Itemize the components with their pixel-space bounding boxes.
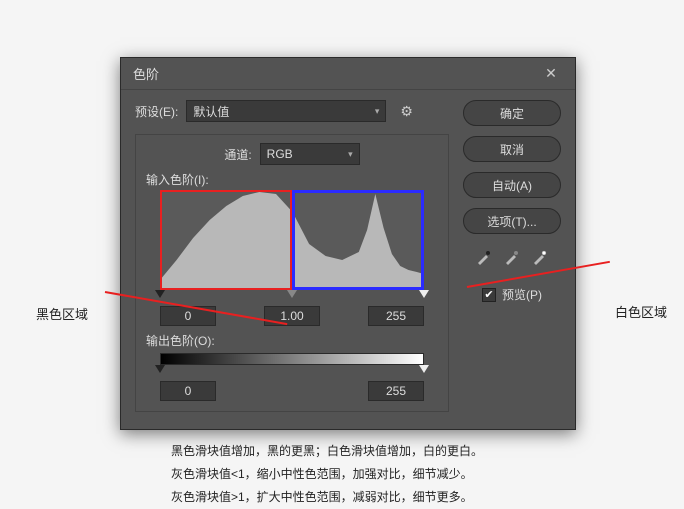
output-shadow-field[interactable]: 0 — [160, 381, 216, 401]
levels-dialog: 色阶 ✕ 预设(E): 默认值 ▾ ⚙ 通道: RGB ▾ — [120, 57, 576, 430]
close-icon[interactable]: ✕ — [539, 62, 563, 86]
input-slider-rail[interactable] — [160, 292, 424, 302]
auto-button[interactable]: 自动(A) — [463, 172, 561, 198]
output-levels-label: 输出色阶(O): — [146, 332, 438, 349]
white-region-label: 白色区域 — [615, 302, 667, 321]
dialog-title: 色阶 — [133, 64, 539, 83]
chevron-down-icon: ▾ — [348, 149, 353, 160]
input-highlight-field[interactable]: 255 — [368, 306, 424, 326]
options-button[interactable]: 选项(T)... — [463, 208, 561, 234]
preset-label: 预设(E): — [135, 103, 178, 120]
histogram-chart — [160, 190, 424, 290]
highlight-slider[interactable] — [419, 290, 429, 298]
titlebar: 色阶 ✕ — [121, 58, 575, 90]
note-line-2: 灰色滑块值<1，缩小中性色范围，加强对比，细节减少。 — [171, 463, 483, 486]
explanatory-notes: 黑色滑块值增加，黑的更黑；白色滑块值增加，白的更白。 灰色滑块值<1，缩小中性色… — [171, 440, 483, 508]
white-eyedropper-icon[interactable] — [531, 248, 549, 266]
output-shadow-slider[interactable] — [155, 365, 165, 373]
gear-icon[interactable]: ⚙ — [400, 103, 413, 120]
output-value-row: 0 255 — [160, 381, 424, 401]
preset-select[interactable]: 默认值 ▾ — [186, 100, 386, 122]
midtone-slider[interactable] — [287, 290, 297, 298]
chevron-down-icon: ▾ — [375, 106, 380, 117]
preset-row: 预设(E): 默认值 ▾ ⚙ — [135, 100, 449, 122]
shadow-slider[interactable] — [155, 290, 165, 298]
levels-panel: 通道: RGB ▾ 输入色阶(I): — [135, 134, 449, 412]
right-column: 确定 取消 自动(A) 选项(T)... ✔ 预览(P) — [463, 100, 561, 412]
cancel-button[interactable]: 取消 — [463, 136, 561, 162]
gray-eyedropper-icon[interactable] — [503, 248, 521, 266]
preset-value: 默认值 — [193, 103, 229, 120]
output-highlight-slider[interactable] — [419, 365, 429, 373]
note-line-3: 灰色滑块值>1，扩大中性色范围，减弱对比，细节更多。 — [171, 486, 483, 509]
dialog-content: 预设(E): 默认值 ▾ ⚙ 通道: RGB ▾ 输入色阶(I): — [121, 90, 575, 422]
channel-label: 通道: — [224, 146, 251, 163]
eyedroppers — [463, 248, 561, 266]
input-mid-field[interactable]: 1.00 — [264, 306, 320, 326]
preview-checkbox[interactable]: ✔ — [482, 288, 496, 302]
output-highlight-field[interactable]: 255 — [368, 381, 424, 401]
channel-select[interactable]: RGB ▾ — [260, 143, 360, 165]
black-region-label: 黑色区域 — [36, 304, 88, 323]
black-eyedropper-icon[interactable] — [475, 248, 493, 266]
channel-row: 通道: RGB ▾ — [146, 143, 438, 165]
input-levels-label: 输入色阶(I): — [146, 171, 438, 188]
preview-label: 预览(P) — [502, 286, 542, 303]
output-slider-rail[interactable] — [160, 367, 424, 377]
ok-button[interactable]: 确定 — [463, 100, 561, 126]
output-gradient — [160, 353, 424, 365]
preview-row: ✔ 预览(P) — [463, 286, 561, 303]
left-column: 预设(E): 默认值 ▾ ⚙ 通道: RGB ▾ 输入色阶(I): — [135, 100, 463, 412]
channel-value: RGB — [267, 147, 293, 161]
note-line-1: 黑色滑块值增加，黑的更黑；白色滑块值增加，白的更白。 — [171, 440, 483, 463]
histogram — [160, 190, 424, 290]
